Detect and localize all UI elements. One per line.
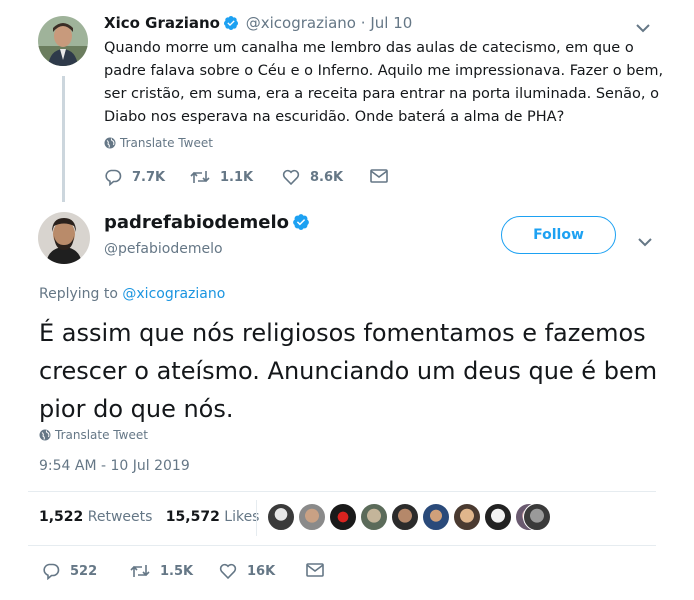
verified-badge-icon: [223, 15, 239, 35]
main-retweet-count: 1.5K: [160, 563, 194, 579]
liker-avatar[interactable]: [422, 503, 450, 531]
main-author-name-row: padrefabiodemelo: [104, 212, 312, 236]
likes-stat[interactable]: 15,572 Likes: [166, 509, 260, 525]
main-reply-button[interactable]: 522: [42, 562, 97, 580]
likes-count: 15,572: [165, 509, 220, 525]
parent-like-count: 8.6K: [310, 169, 344, 185]
like-icon: [282, 169, 300, 186]
globe-icon: [39, 429, 51, 441]
main-tweet-text: É assim que nós religiosos fomentamos e …: [39, 319, 658, 423]
message-icon: [370, 169, 388, 183]
tweet-timestamp[interactable]: 9:54 AM - 10 Jul 2019: [39, 458, 190, 474]
reply-icon: [43, 563, 60, 580]
chevron-down-icon[interactable]: [636, 18, 650, 37]
reply-icon: [105, 169, 122, 186]
replying-to: Replying to @xicograziano: [39, 286, 225, 302]
like-icon: [219, 563, 237, 580]
replying-prefix: Replying to: [39, 286, 118, 302]
parent-tweet-text: Quando morre um canalha me lembro das au…: [104, 40, 664, 125]
divider: [28, 491, 656, 492]
parent-translate-link[interactable]: Translate Tweet: [104, 136, 213, 150]
liker-avatar[interactable]: [391, 503, 419, 531]
main-reply-count: 522: [70, 563, 98, 579]
tweet-stats: 1,522 Retweets 15,572 Likes: [39, 509, 259, 525]
main-author-name[interactable]: padrefabiodemelo: [104, 212, 289, 233]
parent-reply-count: 7.7K: [132, 169, 166, 185]
main-translate-label: Translate Tweet: [55, 428, 148, 442]
retweet-icon: [190, 171, 210, 183]
parent-retweet-count: 1.1K: [220, 169, 254, 185]
parent-date[interactable]: Jul 10: [370, 14, 412, 32]
divider: [28, 545, 656, 546]
follow-button[interactable]: Follow: [501, 216, 616, 254]
liker-avatar[interactable]: [453, 503, 481, 531]
message-icon: [306, 563, 324, 577]
liker-avatar[interactable]: [298, 503, 326, 531]
main-like-count: 16K: [247, 563, 276, 579]
liker-avatar[interactable]: [360, 503, 388, 531]
retweets-label: Retweets: [87, 509, 153, 525]
parent-avatar[interactable]: [38, 16, 88, 66]
globe-icon: [104, 137, 116, 149]
main-like-button[interactable]: 16K: [219, 562, 275, 580]
likes-label: Likes: [224, 509, 260, 525]
main-translate-link[interactable]: Translate Tweet: [39, 428, 148, 442]
parent-like-button[interactable]: 8.6K: [282, 168, 343, 186]
liker-avatar[interactable]: [484, 503, 512, 531]
stats-separator: [256, 500, 257, 536]
liker-avatar[interactable]: [523, 503, 551, 531]
chevron-down-icon[interactable]: [638, 232, 652, 251]
verified-badge-icon: [292, 213, 310, 236]
parent-reply-button[interactable]: 7.7K: [104, 168, 165, 186]
main-message-button[interactable]: [306, 562, 324, 578]
main-handle[interactable]: @pefabiodemelo: [104, 241, 223, 257]
parent-handle[interactable]: @xicograziano: [246, 14, 356, 32]
retweets-count: 1,522: [39, 509, 84, 525]
header-separator: ·: [360, 14, 366, 32]
main-avatar[interactable]: [38, 212, 90, 264]
parent-tweet-header: Xico Graziano @xicograziano · Jul 10: [104, 14, 412, 35]
liker-avatar[interactable]: [329, 503, 357, 531]
parent-author-name[interactable]: Xico Graziano: [104, 14, 220, 32]
replying-to-link[interactable]: @xicograziano: [122, 286, 225, 302]
retweet-icon: [130, 565, 150, 577]
parent-translate-label: Translate Tweet: [120, 136, 213, 150]
main-retweet-button[interactable]: 1.5K: [130, 562, 193, 580]
retweets-stat[interactable]: 1,522 Retweets: [39, 509, 152, 525]
parent-message-button[interactable]: [370, 168, 388, 184]
thread-connector-line: [62, 76, 65, 202]
parent-retweet-button[interactable]: 1.1K: [190, 168, 253, 186]
liker-avatar[interactable]: [267, 503, 295, 531]
